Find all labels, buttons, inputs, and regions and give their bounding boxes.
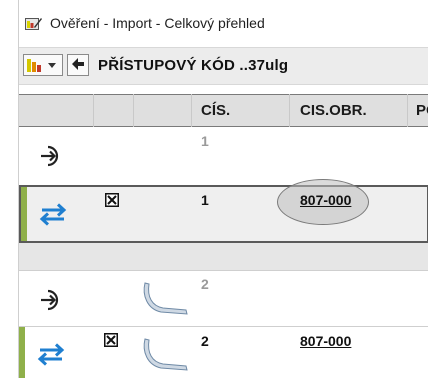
bar-chart-icon bbox=[27, 59, 56, 72]
row-number: 2 bbox=[201, 333, 209, 349]
app-window: Ověření - Import - Celkový přehled PŘÍST… bbox=[18, 0, 428, 378]
checkbox-checked[interactable] bbox=[104, 333, 118, 347]
column-header-cisobr[interactable]: CIS.OBR. bbox=[300, 102, 367, 119]
part-thumbnail-icon bbox=[143, 282, 188, 315]
table-row[interactable]: 2 807-000 bbox=[19, 327, 428, 378]
sync-arrows-icon bbox=[39, 203, 67, 226]
app-icon bbox=[25, 18, 42, 30]
row-number: 2 bbox=[201, 276, 209, 292]
sync-arrows-icon bbox=[37, 343, 65, 366]
window-title: Ověření - Import - Celkový přehled bbox=[50, 15, 265, 31]
part-code-link[interactable]: 807-000 bbox=[300, 192, 351, 208]
row-number: 1 bbox=[201, 192, 209, 208]
part-thumbnail-icon bbox=[143, 338, 188, 371]
import-icon bbox=[41, 289, 59, 311]
title-bar: Ověření - Import - Celkový přehled bbox=[19, 0, 428, 40]
back-button[interactable] bbox=[67, 54, 89, 76]
group-separator bbox=[19, 243, 428, 270]
part-code-link[interactable]: 807-000 bbox=[300, 333, 351, 349]
access-code-title: PŘÍSTUPOVÝ KÓD ..37ulg bbox=[98, 57, 289, 74]
chevron-down-icon bbox=[48, 63, 56, 68]
column-header-cis[interactable]: CÍS. bbox=[201, 102, 230, 119]
column-header-p[interactable]: PO bbox=[416, 102, 428, 119]
table-header: CÍS. CIS.OBR. PO bbox=[19, 94, 428, 127]
checkbox-checked[interactable] bbox=[105, 193, 119, 207]
table-row-selected[interactable]: 1 807-000 bbox=[19, 179, 428, 243]
back-arrow-icon bbox=[72, 58, 84, 70]
chart-menu-button[interactable] bbox=[23, 54, 63, 76]
table-row[interactable]: 1 bbox=[19, 127, 428, 185]
row-status-indicator bbox=[19, 327, 25, 378]
import-icon bbox=[41, 145, 59, 167]
row-number: 1 bbox=[201, 133, 209, 149]
row-status-indicator bbox=[21, 187, 27, 241]
toolbar: PŘÍSTUPOVÝ KÓD ..37ulg bbox=[19, 47, 428, 85]
table-row[interactable]: 2 bbox=[19, 271, 428, 326]
